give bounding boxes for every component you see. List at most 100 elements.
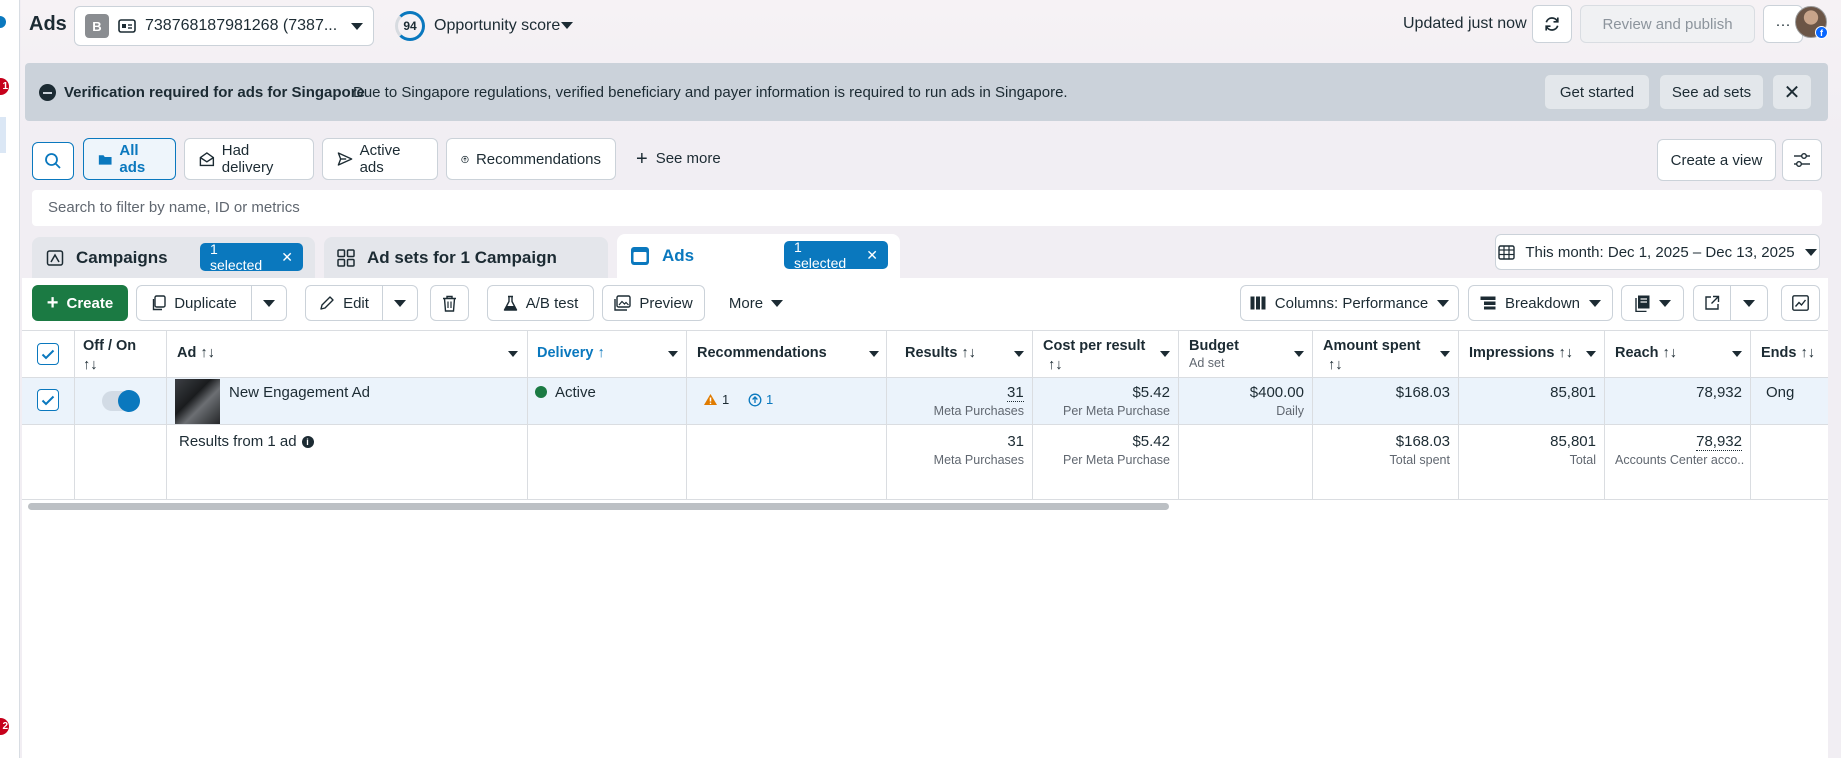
- recommendation-indicator[interactable]: 1: [748, 392, 773, 407]
- warning-indicator[interactable]: 1: [703, 392, 729, 407]
- view-settings-button[interactable]: [1782, 139, 1822, 181]
- header-amount-spent[interactable]: Amount spent: [1323, 337, 1420, 356]
- select-all-checkbox[interactable]: [37, 343, 59, 365]
- search-button[interactable]: [32, 142, 74, 180]
- duplicate-button[interactable]: Duplicate: [136, 285, 252, 321]
- flask-icon: [503, 295, 517, 311]
- review-publish-button[interactable]: Review and publish: [1580, 5, 1755, 43]
- edit-dropdown-button[interactable]: [382, 285, 418, 321]
- columns-button[interactable]: Columns: Performance: [1240, 285, 1459, 321]
- close-icon[interactable]: ✕: [281, 249, 293, 266]
- summary-amount: $168.03: [1395, 433, 1450, 450]
- edit-button[interactable]: Edit: [305, 285, 383, 321]
- opportunity-score-label[interactable]: Opportunity score: [434, 17, 560, 35]
- checkmark-icon: [41, 349, 55, 359]
- ad-icon: [631, 247, 649, 265]
- left-nav-rail: 1 2: [0, 0, 20, 758]
- header-impressions[interactable]: Impressions ↑↓: [1469, 344, 1573, 363]
- row-checkbox[interactable]: [37, 389, 59, 411]
- tab-ads[interactable]: Ads 1 selected ✕: [617, 234, 900, 278]
- view-chip-recommendations[interactable]: Recommendations: [446, 138, 616, 180]
- reports-button[interactable]: [1621, 285, 1684, 321]
- ad-name[interactable]: New Engagement Ad: [229, 384, 370, 401]
- summary-reach-sub: Accounts Center acco...: [1615, 453, 1745, 467]
- chevron-down-icon[interactable]: [1294, 351, 1304, 357]
- export-dropdown-button[interactable]: [1730, 285, 1768, 321]
- chevron-down-icon[interactable]: [1586, 351, 1596, 357]
- view-chip-had-delivery[interactable]: Had delivery: [184, 138, 314, 180]
- tab-ad-sets[interactable]: Ad sets for 1 Campaign: [324, 237, 608, 278]
- header-budget[interactable]: Budget: [1189, 337, 1239, 356]
- info-icon[interactable]: i: [301, 435, 314, 448]
- ab-test-button[interactable]: A/B test: [487, 285, 594, 321]
- chevron-down-icon[interactable]: [869, 351, 879, 357]
- export-button[interactable]: [1693, 285, 1731, 321]
- header-reach[interactable]: Reach ↑↓: [1615, 344, 1677, 363]
- delete-button[interactable]: [430, 285, 469, 321]
- toggle-knob[interactable]: [118, 390, 140, 412]
- ad-thumbnail: [175, 379, 220, 424]
- search-input[interactable]: Search to filter by name, ID or metrics: [48, 199, 300, 216]
- header-recommendations[interactable]: Recommendations: [697, 344, 827, 363]
- column-divider: [1750, 330, 1751, 500]
- page-title: Ads: [29, 13, 67, 35]
- view-chip-active-ads[interactable]: Active ads: [322, 138, 438, 180]
- preview-image-icon: [614, 295, 632, 311]
- filter-search-bar[interactable]: [32, 190, 1822, 226]
- chevron-down-icon[interactable]: [1014, 351, 1024, 357]
- tab-campaigns[interactable]: Campaigns 1 selected ✕: [32, 237, 315, 278]
- budget-value[interactable]: $400.00: [1190, 384, 1304, 401]
- chevron-down-icon[interactable]: [1440, 351, 1450, 357]
- chevron-down-icon[interactable]: [1160, 351, 1170, 357]
- header-cost-per-result[interactable]: Cost per result: [1043, 337, 1145, 356]
- header-off-on-sort[interactable]: ↑↓: [83, 356, 98, 375]
- results-value[interactable]: 31: [1007, 384, 1024, 402]
- header-ad[interactable]: Ad ↑↓: [177, 344, 215, 363]
- banner-title: Verification required for ads for Singap…: [64, 84, 365, 101]
- ends-value: Ong: [1766, 384, 1795, 401]
- charts-button[interactable]: [1781, 285, 1820, 321]
- chevron-down-icon: [1437, 299, 1450, 307]
- header-off-on[interactable]: Off / On: [83, 337, 136, 356]
- column-divider: [166, 330, 167, 500]
- header-cost-sort[interactable]: ↑↓: [1048, 356, 1063, 375]
- header-delivery[interactable]: Delivery ↑: [537, 344, 605, 363]
- header-amount-sort[interactable]: ↑↓: [1328, 356, 1343, 375]
- create-view-button[interactable]: Create a view: [1657, 139, 1776, 181]
- breakdown-label: Breakdown: [1504, 294, 1581, 312]
- selection-pill[interactable]: 1 selected ✕: [200, 241, 303, 273]
- column-divider: [1178, 330, 1179, 500]
- plus-icon: +: [46, 292, 59, 314]
- chevron-down-icon[interactable]: [1732, 351, 1742, 357]
- create-button[interactable]: + Create: [32, 285, 128, 321]
- column-divider: [74, 330, 75, 500]
- view-chip-all-ads[interactable]: All ads: [83, 138, 176, 180]
- refresh-button[interactable]: [1532, 5, 1572, 43]
- see-more-button[interactable]: + See more: [636, 149, 721, 169]
- get-started-button[interactable]: Get started: [1544, 74, 1650, 110]
- duplicate-dropdown-button[interactable]: [251, 285, 287, 321]
- reach-value: 78,932: [1696, 384, 1742, 401]
- preview-button[interactable]: Preview: [602, 285, 705, 321]
- selection-pill[interactable]: 1 selected ✕: [784, 239, 888, 271]
- see-ad-sets-button[interactable]: See ad sets: [1659, 74, 1764, 110]
- account-selector[interactable]: B 738768187981268 (7387...: [74, 6, 374, 46]
- chevron-down-icon[interactable]: [561, 22, 573, 29]
- close-banner-button[interactable]: ✕: [1772, 74, 1812, 110]
- close-icon[interactable]: ✕: [866, 247, 878, 264]
- breakdown-button[interactable]: Breakdown: [1468, 285, 1613, 321]
- summary-reach[interactable]: 78,932: [1696, 433, 1742, 451]
- chevron-down-icon: [1743, 299, 1755, 307]
- updated-status: Updated just now: [1403, 15, 1527, 32]
- date-range-picker[interactable]: This month: Dec 1, 2025 – Dec 13, 2025: [1495, 234, 1820, 270]
- chevron-down-icon[interactable]: [508, 351, 518, 357]
- nav-item-icon[interactable]: [0, 16, 6, 28]
- header-results[interactable]: Results ↑↓: [905, 344, 976, 363]
- chevron-down-icon[interactable]: [668, 351, 678, 357]
- horizontal-scrollbar[interactable]: [28, 503, 1169, 510]
- opportunity-score-ring[interactable]: 94: [395, 11, 425, 41]
- header-ends[interactable]: Ends ↑↓: [1761, 344, 1815, 363]
- more-actions-button[interactable]: More: [720, 285, 792, 321]
- chevron-down-icon: [1804, 248, 1817, 256]
- tab-label: Ad sets for 1 Campaign: [367, 247, 557, 267]
